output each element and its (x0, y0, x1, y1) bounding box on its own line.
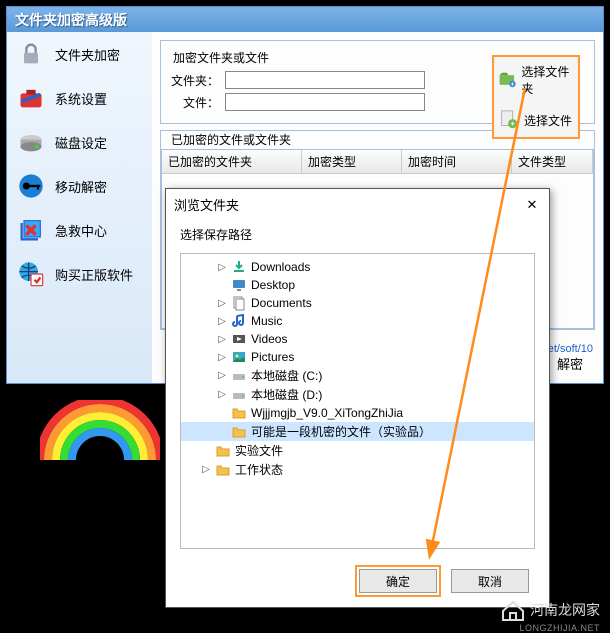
videos-icon (231, 331, 247, 347)
tree-item-label: 可能是一段机密的文件（实验品） (251, 423, 431, 440)
titlebar: 文件夹加密高级版 (7, 7, 603, 32)
app-title: 文件夹加密高级版 (15, 10, 127, 30)
tree-item[interactable]: 实验文件 (181, 441, 534, 460)
sidebar-item-label: 文件夹加密 (55, 45, 120, 64)
expand-icon[interactable]: ▷ (217, 370, 227, 381)
folder-select-icon (498, 69, 517, 91)
select-buttons: 选择文件夹 选择文件 (492, 55, 580, 139)
expand-icon[interactable]: ▷ (217, 389, 227, 400)
folder-icon (231, 405, 247, 421)
column-header[interactable]: 加密类型 (302, 150, 402, 173)
column-header[interactable]: 已加密的文件夹 (162, 150, 302, 173)
tree-item[interactable]: ▷ Documents (181, 294, 534, 312)
music-icon (231, 313, 247, 329)
expand-icon[interactable]: ▷ (217, 316, 227, 327)
tree-item-label: Desktop (251, 278, 295, 292)
expand-icon[interactable]: ▷ (217, 262, 227, 273)
tree-item-label: Wjjjmgjb_V9.0_XiTongZhiJia (251, 406, 403, 420)
expand-icon[interactable]: ▷ (217, 334, 227, 345)
fieldset-legend: 加密文件夹或文件 (169, 49, 273, 66)
expand-icon[interactable]: ▷ (217, 298, 227, 309)
tree-item-label: Downloads (251, 260, 310, 274)
tree-item[interactable]: ▷ 本地磁盘 (C:) (181, 366, 534, 385)
toolbox-icon (17, 84, 45, 112)
globe-icon (17, 260, 45, 288)
download-icon (231, 259, 247, 275)
desktop-icon (231, 277, 247, 293)
expand-icon[interactable]: ▷ (201, 464, 211, 475)
tree-item[interactable]: ▷ 工作状态 (181, 460, 534, 479)
select-file-button[interactable]: 选择文件 (494, 103, 578, 137)
file-label: 文件： (169, 94, 219, 111)
lock-icon (17, 40, 45, 68)
tree-item[interactable]: ▷ Videos (181, 330, 534, 348)
tree-item[interactable]: ▷ Music (181, 312, 534, 330)
column-header[interactable]: 加密时间 (402, 150, 512, 173)
browse-folder-dialog: 浏览文件夹 ✕ 选择保存路径 ▷ Downloads Desktop ▷ Documen… (165, 188, 550, 608)
tree-item-label: Music (251, 314, 282, 328)
close-button[interactable]: ✕ (523, 196, 541, 214)
sidebar-item-label: 系统设置 (55, 89, 107, 108)
select-folder-button[interactable]: 选择文件夹 (494, 57, 578, 103)
tree-item-label: 本地磁盘 (D:) (251, 386, 322, 403)
sidebar-item-settings[interactable]: 系统设置 (7, 76, 152, 120)
sidebar-item-label: 购买正版软件 (55, 265, 133, 284)
table-header: 已加密的文件夹 加密类型 加密时间 文件类型 (162, 150, 593, 174)
cancel-button[interactable]: 取消 (451, 569, 529, 593)
tree-item[interactable]: ▷ Downloads (181, 258, 534, 276)
sidebar-item-buy[interactable]: 购买正版软件 (7, 252, 152, 296)
tree-item[interactable]: Wjjjmgjb_V9.0_XiTongZhiJia (181, 404, 534, 422)
tree-item-label: Documents (251, 296, 312, 310)
folder-label: 文件夹： (169, 72, 219, 89)
dialog-title: 浏览文件夹 (174, 195, 239, 214)
dialog-subtitle: 选择保存路径 (166, 220, 549, 253)
tree-item-label: 本地磁盘 (C:) (251, 367, 322, 384)
dialog-titlebar: 浏览文件夹 ✕ (166, 189, 549, 220)
encrypt-fieldset: 加密文件夹或文件 文件夹： 文件： 选择文件夹 选择文件 (160, 40, 595, 124)
sidebar-item-encrypt[interactable]: 文件夹加密 (7, 32, 152, 76)
key-icon (17, 172, 45, 200)
sidebar-item-label: 移动解密 (55, 177, 107, 196)
pictures-icon (231, 349, 247, 365)
expand-icon[interactable]: ▷ (217, 352, 227, 363)
drive-icon (231, 387, 247, 403)
disk-icon (17, 128, 45, 156)
folder-icon (215, 443, 231, 459)
rescue-icon (17, 216, 45, 244)
sidebar-item-label: 磁盘设定 (55, 133, 107, 152)
folder-input[interactable] (225, 71, 425, 89)
sidebar-item-rescue[interactable]: 急救中心 (7, 208, 152, 252)
tree-item-label: Videos (251, 332, 287, 346)
column-header[interactable]: 文件类型 (512, 150, 593, 173)
tree-item[interactable]: 可能是一段机密的文件（实验品） (181, 422, 534, 441)
tree-item[interactable]: ▷ 本地磁盘 (D:) (181, 385, 534, 404)
drive-icon (231, 368, 247, 384)
file-select-icon (498, 109, 520, 131)
folder-icon (215, 462, 231, 478)
decrypt-action[interactable]: 解密 (557, 354, 583, 373)
sidebar: 文件夹加密 系统设置 磁盘设定 移动解密 急救中心 购买正版软件 (7, 32, 152, 383)
folder-tree[interactable]: ▷ Downloads Desktop ▷ Documents ▷ Music ▷ Videos… (180, 253, 535, 549)
house-icon (500, 599, 526, 621)
watermark: 河南龙网家 (500, 599, 600, 621)
tree-item[interactable]: ▷ Pictures (181, 348, 534, 366)
sidebar-item-mobile-decrypt[interactable]: 移动解密 (7, 164, 152, 208)
tree-item-label: Pictures (251, 350, 294, 364)
file-input[interactable] (225, 93, 425, 111)
tree-item-label: 实验文件 (235, 442, 283, 459)
ok-button[interactable]: 确定 (359, 569, 437, 593)
watermark-sub: LONGZHIJIA.NET (519, 623, 600, 633)
tree-item[interactable]: Desktop (181, 276, 534, 294)
documents-icon (231, 295, 247, 311)
rainbow-decoration (40, 400, 160, 460)
close-icon: ✕ (527, 197, 538, 213)
fieldset-legend: 已加密的文件或文件夹 (167, 131, 295, 148)
sidebar-item-disk[interactable]: 磁盘设定 (7, 120, 152, 164)
tree-item-label: 工作状态 (235, 461, 283, 478)
sidebar-item-label: 急救中心 (55, 221, 107, 240)
folder-icon (231, 424, 247, 440)
